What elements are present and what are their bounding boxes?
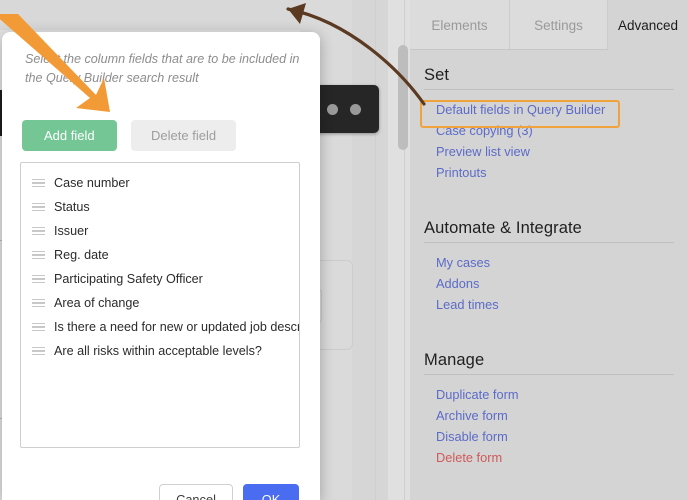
panel-body: Set Default fields in Query Builder Case…	[410, 50, 688, 500]
panel-link-disable-form[interactable]: Disable form	[436, 426, 674, 447]
section-rule-set	[424, 89, 674, 90]
list-item[interactable]: Area of change	[21, 291, 299, 315]
drag-handle-icon[interactable]	[32, 274, 45, 284]
dialog-description: Select the column fields that are to be …	[25, 52, 300, 85]
cancel-button[interactable]: Cancel	[159, 484, 233, 500]
panel-link-addons[interactable]: Addons	[436, 273, 674, 294]
field-list[interactable]: Case number Status Issuer Reg. date Part…	[20, 162, 300, 448]
field-label: Are all risks within acceptable levels?	[54, 344, 262, 358]
tooltip-dot-2	[350, 104, 361, 115]
field-label: Issuer	[54, 224, 89, 238]
panel-section-set: Set Default fields in Query Builder Case…	[424, 66, 674, 183]
column-fields-dialog: Select the column fields that are to be …	[2, 32, 320, 500]
drag-handle-icon[interactable]	[32, 178, 45, 188]
panel-tabstrip: Elements Settings Advanced	[410, 0, 688, 50]
tab-settings-label: Settings	[534, 17, 583, 33]
background-column-b	[352, 0, 388, 500]
background-divider-1	[375, 0, 376, 500]
field-label: Participating Safety Officer	[54, 272, 203, 286]
delete-field-button[interactable]: Delete field	[131, 120, 237, 151]
dialog-button-row: Add field Delete field	[22, 120, 237, 151]
list-item[interactable]: Reg. date	[21, 243, 299, 267]
drag-handle-icon[interactable]	[32, 202, 45, 212]
panel-link-case-copying[interactable]: Case copying (3)	[436, 120, 674, 141]
panel-section-manage: Manage Duplicate form Archive form Disab…	[424, 351, 674, 468]
panel-link-duplicate-form[interactable]: Duplicate form	[436, 384, 674, 405]
field-label: Reg. date	[54, 248, 109, 262]
drag-handle-icon[interactable]	[32, 322, 45, 332]
panel-link-preview-list-view[interactable]: Preview list view	[436, 141, 674, 162]
tab-elements[interactable]: Elements	[410, 0, 510, 50]
list-item[interactable]: Issuer	[21, 219, 299, 243]
ok-button[interactable]: OK	[243, 484, 299, 500]
list-item[interactable]: Case number	[21, 171, 299, 195]
panel-link-delete-form[interactable]: Delete form	[436, 447, 674, 468]
tab-elements-label: Elements	[431, 17, 488, 33]
section-rule-automate-integrate	[424, 242, 674, 243]
list-item[interactable]: Are all risks within acceptable levels?	[21, 339, 299, 363]
section-title-manage: Manage	[424, 351, 485, 369]
section-title-automate-integrate: Automate & Integrate	[424, 219, 582, 237]
add-field-button[interactable]: Add field	[22, 120, 117, 151]
tab-advanced-label: Advanced	[617, 17, 679, 33]
screenshot-root: Elements Settings Advanced Set Default f…	[0, 0, 688, 500]
panel-section-automate-integrate: Automate & Integrate My cases Addons Lea…	[424, 219, 674, 315]
panel-link-printouts[interactable]: Printouts	[436, 162, 674, 183]
section-links-automate-integrate: My cases Addons Lead times	[424, 252, 674, 315]
tooltip-dot-1	[327, 104, 338, 115]
section-title-set: Set	[424, 66, 450, 84]
page-scrollbar-thumb[interactable]	[398, 45, 408, 150]
drag-handle-icon[interactable]	[32, 250, 45, 260]
tab-advanced[interactable]: Advanced	[608, 0, 688, 50]
section-links-set: Default fields in Query Builder Case cop…	[424, 99, 674, 183]
panel-link-archive-form[interactable]: Archive form	[436, 405, 674, 426]
list-item[interactable]: Status	[21, 195, 299, 219]
tab-settings[interactable]: Settings	[510, 0, 608, 50]
field-label: Area of change	[54, 296, 140, 310]
panel-link-lead-times[interactable]: Lead times	[436, 294, 674, 315]
field-label: Case number	[54, 176, 130, 190]
section-links-manage: Duplicate form Archive form Disable form…	[424, 384, 674, 468]
section-rule-manage	[424, 374, 674, 375]
drag-handle-icon[interactable]	[32, 298, 45, 308]
list-item[interactable]: Is there a need for new or updated job d…	[21, 315, 299, 339]
drag-handle-icon[interactable]	[32, 346, 45, 356]
list-item[interactable]: Participating Safety Officer	[21, 267, 299, 291]
panel-link-default-fields-in-query-builder[interactable]: Default fields in Query Builder	[436, 99, 674, 120]
panel-link-my-cases[interactable]: My cases	[436, 252, 674, 273]
field-label: Status	[54, 200, 90, 214]
drag-handle-icon[interactable]	[32, 226, 45, 236]
field-label: Is there a need for new or updated job d…	[54, 320, 300, 334]
